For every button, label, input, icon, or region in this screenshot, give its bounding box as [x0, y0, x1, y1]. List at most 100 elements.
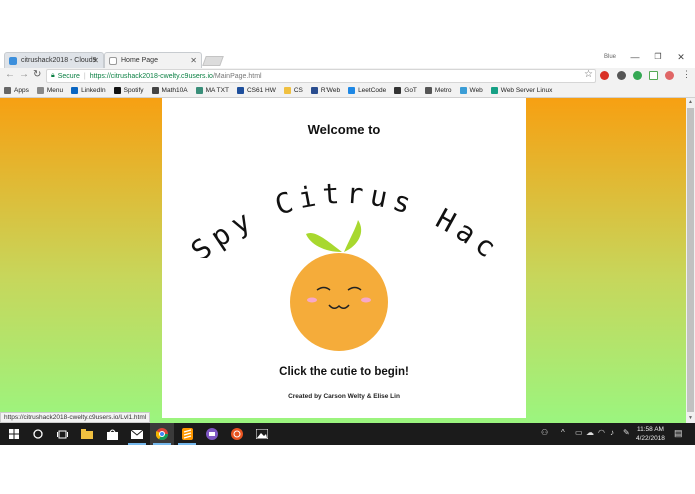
close-tab-icon[interactable]: ✕	[92, 56, 99, 65]
leaf-left	[306, 232, 342, 252]
task-view-icon	[56, 430, 68, 438]
opera-icon[interactable]	[600, 71, 609, 80]
scroll-up-icon[interactable]: ▲	[687, 99, 694, 105]
bookmark-label: Math10A	[161, 87, 188, 94]
tab-label: citrushack2018 - Cloud9	[21, 57, 97, 64]
tab-label: Home Page	[121, 57, 158, 64]
reload-icon[interactable]: ↻	[33, 69, 41, 80]
file-explorer-button[interactable]	[75, 423, 99, 445]
onedrive-icon[interactable]: ☁	[586, 428, 594, 437]
notifications-icon[interactable]: ▤	[674, 428, 683, 439]
new-tab-button[interactable]	[202, 56, 224, 66]
tab-home-page[interactable]: Home Page ✕	[104, 52, 202, 68]
bookmark-item[interactable]: Metro	[424, 87, 452, 94]
bookmark-item[interactable]: GoT	[394, 87, 417, 94]
chevron-up-icon[interactable]: ^	[561, 428, 565, 437]
app-circle-icon	[206, 428, 218, 440]
ubuntu-icon	[231, 428, 243, 440]
sublime-button[interactable]	[175, 423, 199, 445]
network-icon[interactable]: ▭	[575, 428, 583, 437]
pen-icon[interactable]: ✎	[623, 428, 630, 437]
people-icon[interactable]: ⚇	[541, 428, 548, 437]
ubuntu-button[interactable]	[225, 423, 249, 445]
divider: |	[83, 72, 86, 80]
close-tab-icon[interactable]: ✕	[190, 56, 197, 65]
clock-time: 11:58 AM	[636, 426, 664, 433]
tab-cloud9[interactable]: citrushack2018 - Cloud9 ✕	[4, 52, 104, 68]
math-icon	[151, 87, 159, 94]
bookmark-label: CS	[293, 87, 303, 94]
task-view-button[interactable]	[50, 423, 74, 445]
scrollbar-thumb[interactable]	[687, 108, 694, 412]
extension-icon[interactable]	[617, 71, 626, 80]
minimize-icon[interactable]: —	[628, 52, 642, 62]
back-icon[interactable]: ←	[5, 69, 15, 80]
bookmark-item[interactable]: R'Web	[310, 87, 340, 94]
bookmark-item[interactable]: Apps	[4, 87, 29, 94]
bookmark-item[interactable]: Web Server Linux	[490, 87, 553, 94]
bookmark-label: Web Server Linux	[500, 87, 553, 94]
bookmark-star-icon[interactable]: ☆	[584, 69, 593, 80]
start-button[interactable]	[2, 423, 26, 445]
scroll-down-icon[interactable]: ▼	[687, 415, 694, 421]
bookmark-item[interactable]: Spotify	[113, 87, 144, 94]
chrome-button[interactable]	[150, 423, 174, 445]
windows-icon	[9, 429, 19, 439]
sublime-icon	[181, 428, 193, 440]
bookmark-item[interactable]: CS61 HW	[236, 87, 276, 94]
cortana-button[interactable]	[26, 423, 50, 445]
bookmark-label: GoT	[404, 87, 417, 94]
bookmark-item[interactable]: Web	[459, 87, 483, 94]
folder-icon	[81, 429, 93, 439]
r-icon	[310, 87, 318, 94]
bookmark-item[interactable]: LeetCode	[348, 87, 386, 94]
folder-icon	[283, 87, 291, 94]
content-card: Welcome to iSpy Citrus Hack Click the cu…	[162, 98, 526, 418]
bookmark-label: Menu	[46, 87, 64, 94]
welcome-heading: Welcome to	[307, 122, 381, 137]
bookmark-item[interactable]: LinkedIn	[71, 87, 106, 94]
close-window-icon[interactable]: ✕	[674, 52, 688, 63]
click-prompt: Click the cutie to begin!	[279, 366, 409, 378]
photos-button[interactable]	[250, 423, 274, 445]
url-host: https://citrushack2018-cwelty.c9users.io	[89, 72, 213, 80]
menu-icon[interactable]: ⋮	[682, 69, 691, 80]
orange-body	[290, 253, 388, 351]
extension-icon[interactable]	[665, 71, 674, 80]
cutie-orange[interactable]	[284, 218, 394, 352]
bookmarks-bar: Apps Menu LinkedIn Spotify Math10A MA TXT CS61…	[0, 84, 695, 98]
cs-icon	[236, 87, 244, 94]
bookmark-label: LinkedIn	[81, 87, 106, 94]
photos-icon	[256, 429, 268, 439]
clock[interactable]: 11:58 AM 4/22/2018	[636, 425, 665, 443]
cortana-icon	[33, 429, 43, 439]
restore-icon[interactable]: ❐	[651, 52, 665, 61]
credits: Created by Carson Welty & Elise Lin	[288, 393, 400, 400]
chrome-icon	[156, 428, 168, 440]
store-icon	[106, 429, 118, 440]
wifi-icon[interactable]: ◠	[598, 428, 605, 437]
extension-icon[interactable]	[649, 71, 658, 80]
app-button[interactable]	[200, 423, 224, 445]
forward-icon[interactable]: →	[19, 69, 29, 80]
bookmark-item[interactable]: Math10A	[151, 87, 188, 94]
mail-button[interactable]	[125, 423, 149, 445]
got-icon	[394, 87, 402, 94]
volume-icon[interactable]: ♪	[610, 428, 614, 437]
s-icon	[195, 87, 203, 94]
grammarly-icon[interactable]	[633, 71, 642, 80]
bookmark-label: Apps	[14, 87, 29, 94]
bookmark-item[interactable]: CS	[283, 87, 303, 94]
bookmark-item[interactable]: Menu	[36, 87, 64, 94]
page-icon	[36, 87, 44, 94]
bookmark-label: LeetCode	[358, 87, 387, 94]
leetcode-icon	[348, 87, 356, 94]
blush-right	[361, 297, 371, 303]
spotify-icon	[113, 87, 121, 94]
address-bar[interactable]: 🔒︎ Secure | https://citrushack2018-cwelt…	[46, 69, 596, 83]
bookmark-item[interactable]: MA TXT	[195, 87, 229, 94]
profile-label[interactable]: Blue	[604, 54, 616, 60]
store-button[interactable]	[100, 423, 124, 445]
bookmark-label: Web	[469, 87, 483, 94]
screen: citrushack2018 - Cloud9 ✕ Home Page ✕ Bl…	[0, 0, 695, 494]
